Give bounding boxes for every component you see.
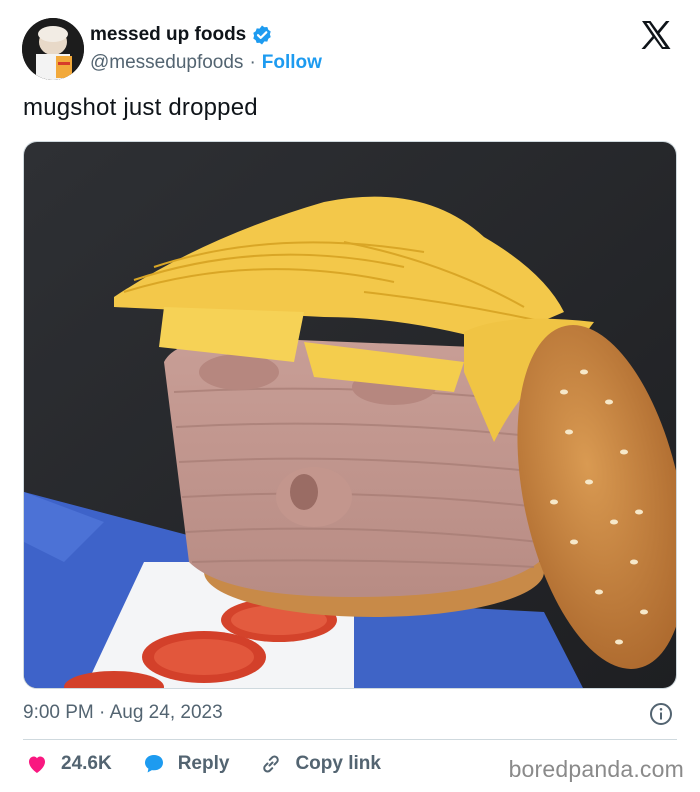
like-button[interactable]: 24.6K <box>25 752 112 776</box>
tweet-timestamp[interactable]: 9:00 PM · Aug 24, 2023 <box>23 702 223 724</box>
tweet-actions: 24.6K Reply Copy link <box>25 750 411 778</box>
separator-dot: · <box>249 52 256 73</box>
x-logo-icon[interactable] <box>640 20 672 50</box>
reply-button[interactable]: Reply <box>142 752 230 776</box>
avatar[interactable] <box>22 18 84 80</box>
display-name-row: messed up foods <box>90 24 322 46</box>
heart-icon <box>29 756 45 773</box>
tweet-header: messed up foods @messedupfoods · Follow <box>22 18 678 80</box>
watermark: boredpanda.com <box>508 756 684 782</box>
info-icon[interactable] <box>649 702 673 726</box>
handle[interactable]: @messedupfoods <box>90 52 243 74</box>
verified-badge-icon <box>251 24 273 46</box>
tweet-text: mugshot just dropped <box>23 94 258 121</box>
tweet-photo[interactable] <box>23 141 677 689</box>
speech-bubble-icon <box>144 755 163 773</box>
handle-row: @messedupfoods · Follow <box>90 52 322 74</box>
copy-link-label: Copy link <box>295 753 381 774</box>
divider <box>23 739 677 740</box>
copy-link-button[interactable]: Copy link <box>259 752 381 776</box>
display-name[interactable]: messed up foods <box>90 24 246 46</box>
user-info: messed up foods @messedupfoods · Follow <box>90 24 322 74</box>
ham-sandwich-photo <box>24 142 676 688</box>
link-icon <box>263 755 280 773</box>
like-count: 24.6K <box>61 753 112 774</box>
reply-label: Reply <box>177 753 230 774</box>
follow-button[interactable]: Follow <box>262 52 322 74</box>
